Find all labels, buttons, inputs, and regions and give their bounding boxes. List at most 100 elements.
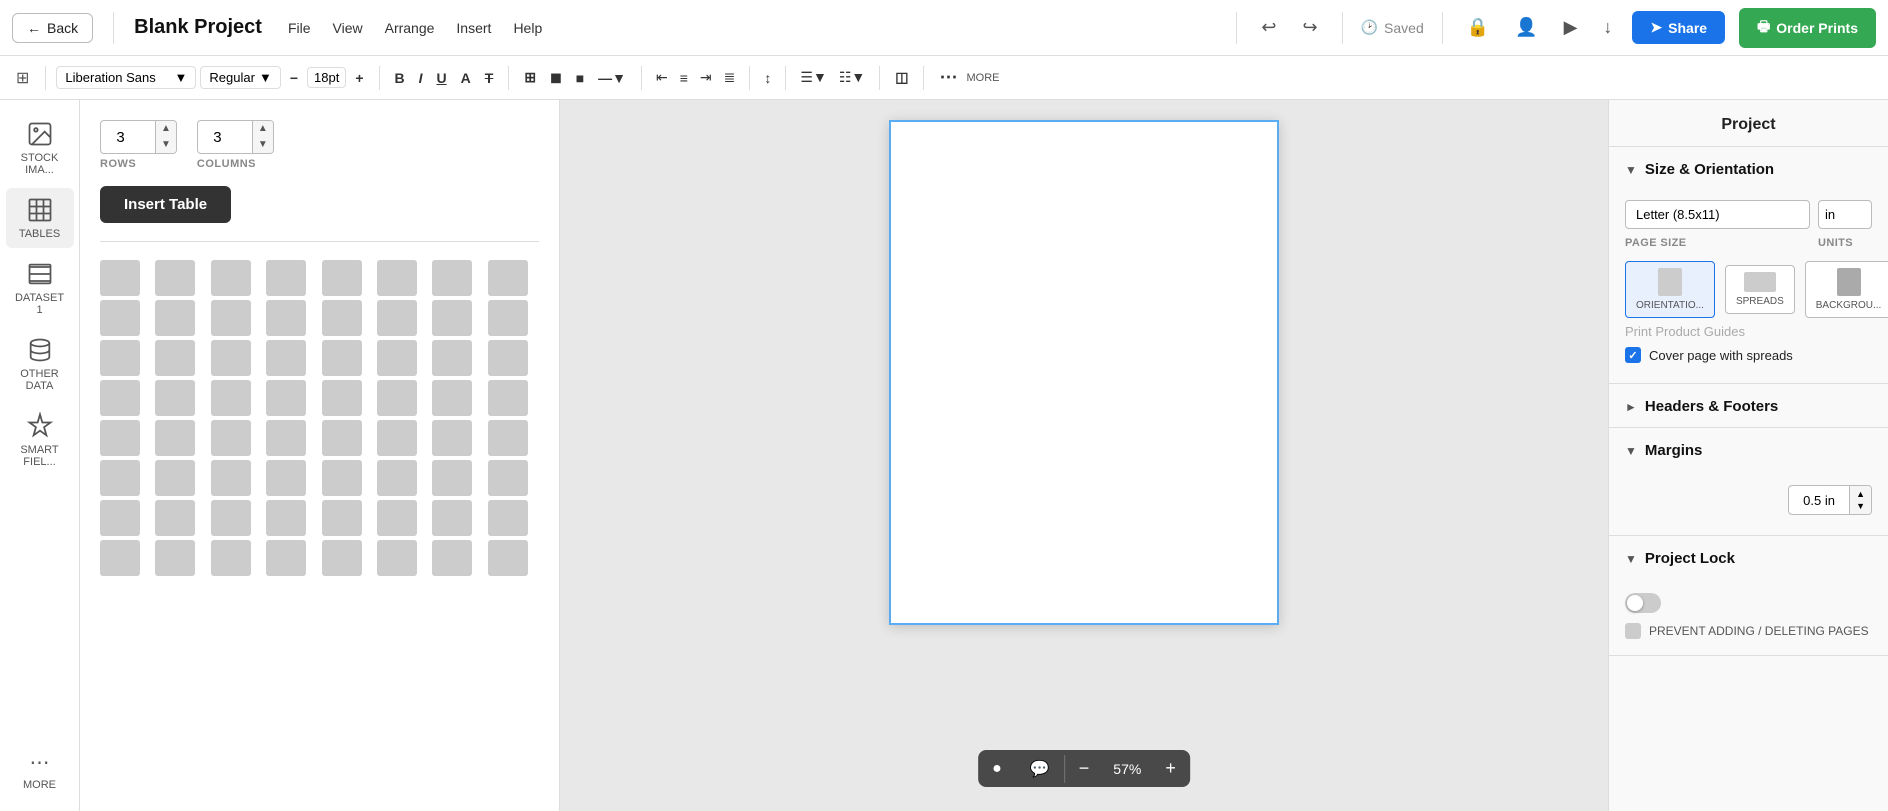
- grid-cell-2-2[interactable]: [211, 340, 251, 376]
- sidebar-item-more[interactable]: ⋯ MORE: [6, 742, 74, 799]
- grid-cell-1-6[interactable]: [432, 300, 472, 336]
- grid-cell-4-5[interactable]: [377, 420, 417, 456]
- page-size-select[interactable]: Letter (8.5x11): [1625, 200, 1810, 229]
- margins-down[interactable]: ▼: [1855, 500, 1866, 512]
- line-spacing-button[interactable]: ↕: [760, 67, 775, 89]
- grid-cell-5-6[interactable]: [432, 460, 472, 496]
- menu-view[interactable]: View: [331, 16, 365, 40]
- grid-cell-7-0[interactable]: [100, 540, 140, 576]
- menu-insert[interactable]: Insert: [454, 16, 493, 40]
- grid-cell-6-5[interactable]: [377, 500, 417, 536]
- grid-cell-4-3[interactable]: [266, 420, 306, 456]
- back-button[interactable]: ← Back: [12, 13, 93, 43]
- italic-button[interactable]: I: [414, 67, 428, 89]
- download-button[interactable]: ↓: [1597, 13, 1618, 42]
- grid-cell-0-5[interactable]: [377, 260, 417, 296]
- grid-cell-2-4[interactable]: [322, 340, 362, 376]
- grid-cell-4-2[interactable]: [211, 420, 251, 456]
- grid-cell-1-1[interactable]: [155, 300, 195, 336]
- grid-cell-7-3[interactable]: [266, 540, 306, 576]
- rows-down-btn[interactable]: ▼: [155, 137, 176, 153]
- grid-cell-3-4[interactable]: [322, 380, 362, 416]
- columns-input[interactable]: [198, 125, 252, 150]
- grid-cell-0-6[interactable]: [432, 260, 472, 296]
- grid-cell-6-7[interactable]: [488, 500, 528, 536]
- rows-input[interactable]: [101, 125, 155, 150]
- columns-down-btn[interactable]: ▼: [252, 137, 273, 153]
- sidebar-item-stock-images[interactable]: STOCK IMA...: [6, 112, 74, 184]
- grid-cell-0-4[interactable]: [322, 260, 362, 296]
- columns-up-btn[interactable]: ▲: [252, 121, 273, 137]
- grid-cell-7-5[interactable]: [377, 540, 417, 576]
- grid-cell-2-3[interactable]: [266, 340, 306, 376]
- font-size-increase[interactable]: +: [350, 67, 368, 89]
- grid-cell-2-5[interactable]: [377, 340, 417, 376]
- sidebar-item-other-data[interactable]: OTHER DATA: [6, 328, 74, 400]
- bullets-button[interactable]: ☰▼: [796, 66, 830, 89]
- play-button[interactable]: ▶: [1558, 13, 1584, 42]
- color-button[interactable]: A: [456, 67, 476, 89]
- sidebar-item-dataset[interactable]: DATASET 1: [6, 252, 74, 324]
- rows-up-btn[interactable]: ▲: [155, 121, 176, 137]
- size-orientation-header[interactable]: ▼ Size & Orientation: [1609, 147, 1888, 190]
- margins-stepper[interactable]: ▲ ▼: [1849, 486, 1871, 514]
- grid-cell-2-1[interactable]: [155, 340, 195, 376]
- grid-cell-5-7[interactable]: [488, 460, 528, 496]
- grid-cell-2-7[interactable]: [488, 340, 528, 376]
- grid-cell-7-6[interactable]: [432, 540, 472, 576]
- align-right-button[interactable]: ⇥: [696, 66, 716, 89]
- grid-cell-6-4[interactable]: [322, 500, 362, 536]
- grid-cell-3-6[interactable]: [432, 380, 472, 416]
- grid-cell-3-1[interactable]: [155, 380, 195, 416]
- fill-button[interactable]: ◼: [545, 66, 567, 89]
- zoom-out-button[interactable]: −: [1065, 750, 1104, 787]
- table-layout-button[interactable]: ⊞: [519, 66, 541, 89]
- grid-cell-0-1[interactable]: [155, 260, 195, 296]
- grid-cell-6-2[interactable]: [211, 500, 251, 536]
- grid-cell-0-0[interactable]: [100, 260, 140, 296]
- strikethrough-button[interactable]: T: [480, 67, 499, 89]
- menu-help[interactable]: Help: [511, 16, 544, 40]
- grid-cell-2-0[interactable]: [100, 340, 140, 376]
- sidebar-item-smart-fields[interactable]: SMART FIEL...: [6, 404, 74, 476]
- grid-cell-6-0[interactable]: [100, 500, 140, 536]
- grid-cell-0-2[interactable]: [211, 260, 251, 296]
- undo-button[interactable]: ↩: [1255, 13, 1282, 42]
- grid-cell-7-7[interactable]: [488, 540, 528, 576]
- grid-cell-5-4[interactable]: [322, 460, 362, 496]
- grid-cell-5-2[interactable]: [211, 460, 251, 496]
- numbered-list-button[interactable]: ☷▼: [835, 66, 869, 89]
- grid-cell-4-6[interactable]: [432, 420, 472, 456]
- project-lock-toggle[interactable]: [1625, 593, 1661, 613]
- grid-cell-6-6[interactable]: [432, 500, 472, 536]
- grid-cell-7-2[interactable]: [211, 540, 251, 576]
- grid-cell-4-1[interactable]: [155, 420, 195, 456]
- bold-button[interactable]: B: [390, 67, 410, 89]
- zoom-in-button[interactable]: +: [1151, 750, 1190, 787]
- prevent-checkbox[interactable]: [1625, 623, 1641, 639]
- grid-cell-1-2[interactable]: [211, 300, 251, 336]
- grid-cell-3-5[interactable]: [377, 380, 417, 416]
- cover-spread-checkbox[interactable]: ✓: [1625, 347, 1641, 363]
- sidebar-item-tables[interactable]: TABLES: [6, 188, 74, 248]
- orientation-background[interactable]: BACKGROU...: [1805, 261, 1888, 318]
- page-layout-button[interactable]: ◫: [890, 66, 913, 89]
- grid-cell-3-3[interactable]: [266, 380, 306, 416]
- grid-cell-6-3[interactable]: [266, 500, 306, 536]
- grid-cell-1-3[interactable]: [266, 300, 306, 336]
- insert-table-button[interactable]: Insert Table: [100, 186, 231, 223]
- grid-cell-5-3[interactable]: [266, 460, 306, 496]
- comment-button[interactable]: 💬: [1016, 751, 1064, 787]
- grid-cell-0-3[interactable]: [266, 260, 306, 296]
- grid-cell-3-7[interactable]: [488, 380, 528, 416]
- columns-spinner[interactable]: ▲ ▼: [197, 120, 274, 154]
- share-button[interactable]: ➤ Share: [1632, 11, 1725, 44]
- orientation-portrait[interactable]: ORIENTATIO...: [1625, 261, 1715, 318]
- orientation-spreads[interactable]: SPREADS: [1725, 265, 1795, 314]
- line-style-button[interactable]: —▼: [593, 67, 631, 89]
- align-left-button[interactable]: ⇤: [652, 66, 672, 89]
- grid-cell-0-7[interactable]: [488, 260, 528, 296]
- border-button[interactable]: ■: [571, 67, 589, 89]
- grid-cell-4-4[interactable]: [322, 420, 362, 456]
- more-toolbar-button[interactable]: ⋯: [934, 64, 962, 91]
